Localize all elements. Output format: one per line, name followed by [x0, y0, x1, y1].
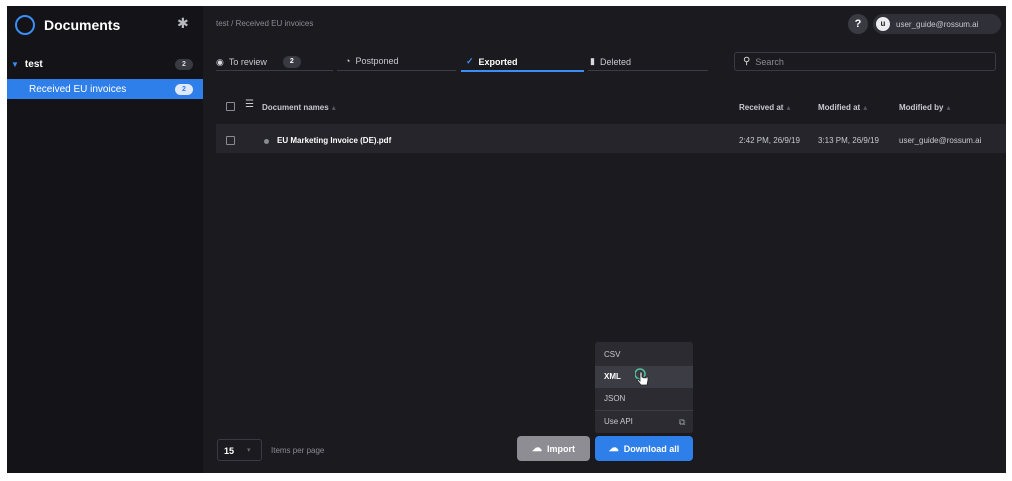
chevron-down-icon: ▾	[247, 447, 251, 454]
active-tab-indicator	[461, 70, 584, 72]
tab-label: Deleted	[599, 56, 631, 67]
help-button[interactable]: ?	[848, 14, 868, 34]
column-header-modified-by[interactable]: Modified by ▴	[899, 103, 950, 112]
sort-icon: ▴	[786, 103, 791, 112]
tab-label: Postponed	[355, 56, 399, 66]
search-input[interactable]: ⚲ Search	[734, 52, 996, 71]
menu-item-use-api[interactable]: Use API ⧉	[595, 411, 693, 433]
check-icon: ✓	[466, 56, 474, 66]
column-label: Document names	[262, 103, 329, 112]
gear-icon[interactable]: ✱	[177, 15, 189, 32]
sidebar-item-label: test	[24, 58, 43, 70]
logo-icon	[15, 14, 35, 35]
items-per-page-value: 15	[224, 446, 235, 456]
user-menu[interactable]: u user_guide@rossum.ai	[873, 14, 1001, 34]
received-at: 2:42 PM, 26/9/19	[739, 136, 800, 145]
cloud-download-icon: ☁	[608, 443, 619, 454]
cloud-upload-icon: ☁	[532, 443, 542, 454]
download-all-button[interactable]: ☁ Download all	[595, 436, 693, 461]
row-checkbox[interactable]	[226, 136, 235, 145]
sidebar-item-test[interactable]: ▼ test 2	[7, 54, 203, 74]
user-email: user_guide@rossum.ai	[896, 19, 979, 29]
tab-label: To review	[228, 57, 267, 67]
app-title: Documents	[44, 16, 121, 33]
button-label: Download all	[623, 443, 680, 454]
caret-down-icon[interactable]: ▼	[11, 60, 19, 69]
import-button[interactable]: ☁ Import	[517, 436, 590, 461]
count-badge: 2	[282, 56, 301, 68]
filter-icon[interactable]: ☰	[245, 99, 254, 110]
column-header-document-names[interactable]: Document names ▴	[262, 103, 336, 112]
items-per-page-label: Items per page	[271, 446, 325, 455]
menu-item-csv[interactable]: CSV	[595, 344, 693, 366]
clock-icon: ◔	[345, 56, 351, 66]
tab-postponed[interactable]: ◔ Postponed	[345, 56, 398, 66]
breadcrumb[interactable]: test / Received EU invoices	[216, 19, 313, 28]
menu-item-json[interactable]: JSON	[595, 388, 693, 410]
modified-by: user_guide@rossum.ai	[899, 136, 982, 145]
hand-cursor-icon	[635, 368, 649, 386]
select-all-checkbox[interactable]	[226, 102, 235, 111]
sidebar-item-received-eu-invoices[interactable]: Received EU invoices 2	[7, 79, 203, 99]
tab-divider	[337, 70, 456, 71]
trash-icon: ▮	[590, 56, 595, 66]
search-placeholder: Search	[755, 56, 784, 67]
document-name[interactable]: EU Marketing Invoice (DE).pdf	[277, 136, 391, 145]
button-label: Import	[547, 443, 575, 454]
column-header-received-at[interactable]: Received at ▴	[739, 103, 790, 112]
count-badge: 2	[175, 59, 193, 70]
app-window: Documents ✱ ▼ test 2 Received EU invoice…	[7, 6, 1006, 473]
modified-at: 3:13 PM, 26/9/19	[818, 136, 879, 145]
column-label: Received at	[739, 103, 784, 112]
status-dot-icon	[264, 139, 269, 144]
sidebar-header: Documents	[7, 6, 203, 43]
menu-item-label: Use API	[604, 417, 633, 426]
tab-label: Exported	[478, 56, 518, 67]
count-badge: 2	[175, 84, 193, 95]
tab-exported[interactable]: ✓ Exported	[466, 56, 518, 67]
tab-divider	[216, 70, 333, 71]
eye-icon: ◉	[216, 56, 224, 67]
avatar: u	[876, 17, 890, 31]
external-link-icon: ⧉	[679, 417, 686, 427]
column-header-modified-at[interactable]: Modified at ▴	[818, 103, 867, 112]
sort-icon: ▴	[946, 103, 951, 112]
column-label: Modified by	[899, 103, 944, 112]
sidebar-item-label: Received EU invoices	[29, 83, 127, 95]
tab-to-review[interactable]: ◉ To review 2	[216, 56, 301, 68]
tab-divider	[588, 70, 708, 71]
sort-icon: ▴	[331, 103, 336, 112]
sort-icon: ▴	[863, 103, 868, 112]
search-icon: ⚲	[743, 56, 751, 67]
tab-deleted[interactable]: ▮ Deleted	[590, 56, 631, 67]
column-label: Modified at	[818, 103, 861, 112]
sidebar: Documents ✱ ▼ test 2 Received EU invoice…	[7, 6, 203, 473]
